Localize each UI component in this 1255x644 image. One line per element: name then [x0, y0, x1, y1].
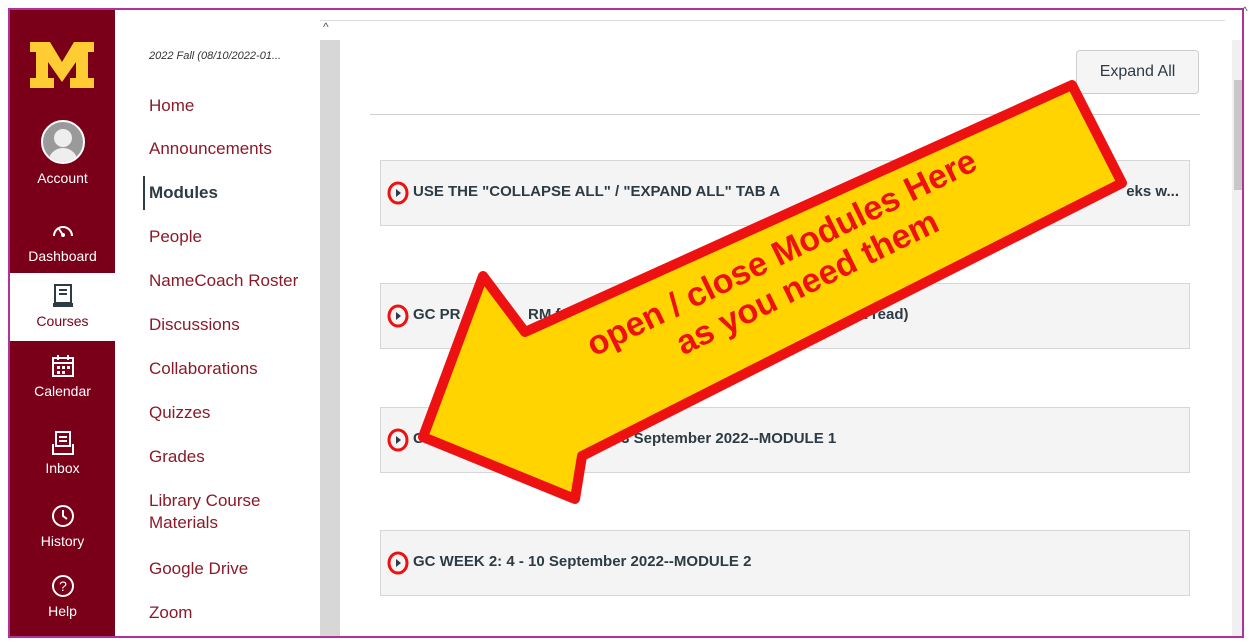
- course-nav-zoom[interactable]: Zoom: [149, 602, 192, 624]
- nav-history[interactable]: History: [10, 503, 115, 549]
- module-title-mid: RM f: [528, 306, 561, 323]
- global-nav: Account Dashboard Courses Calendar Inbox…: [10, 10, 115, 636]
- dashboard-icon: [52, 226, 73, 237]
- module-row[interactable]: GC PR RM f , but read): [380, 283, 1190, 349]
- course-nav-discussions[interactable]: Discussions: [149, 314, 240, 336]
- module-row[interactable]: USE THE "COLLAPSE ALL" / "EXPAND ALL" TA…: [380, 160, 1190, 226]
- module-title: GC PR: [413, 306, 461, 323]
- module-row[interactable]: GC ugust - 3 September 2022--MODULE 1: [380, 407, 1190, 473]
- expand-toggle-icon[interactable]: [387, 181, 409, 205]
- course-nav-scrollbar[interactable]: [320, 40, 340, 636]
- course-term: 2022 Fall (08/10/2022-01...: [149, 50, 282, 62]
- course-nav-modules[interactable]: Modules: [149, 182, 218, 204]
- nav-history-label: History: [40, 533, 85, 549]
- course-nav-quizzes[interactable]: Quizzes: [149, 402, 210, 424]
- history-icon: [51, 505, 74, 527]
- nav-help[interactable]: ? Help: [10, 573, 115, 619]
- nav-account-label: Account: [37, 170, 88, 186]
- canvas-window: Account Dashboard Courses Calendar Inbox…: [8, 8, 1244, 638]
- nav-help-label: Help: [48, 603, 77, 619]
- page-scrollbar-thumb[interactable]: [1234, 80, 1242, 190]
- course-nav-people[interactable]: People: [149, 226, 202, 248]
- svg-text:?: ?: [59, 578, 67, 594]
- inbox-icon: [51, 431, 74, 455]
- expand-toggle-icon[interactable]: [387, 304, 409, 328]
- header-divider: [370, 114, 1200, 115]
- expand-toggle-icon[interactable]: [387, 551, 409, 575]
- course-nav-collaborations[interactable]: Collaborations: [149, 358, 258, 380]
- module-title: GC WEEK 2: 4 - 10 September 2022--MODULE…: [413, 553, 752, 570]
- nav-account[interactable]: Account: [10, 120, 115, 186]
- course-nav-google-drive[interactable]: Google Drive: [149, 558, 248, 580]
- avatar: [40, 120, 85, 164]
- calendar-icon: [51, 355, 74, 377]
- module-title: GC: [413, 430, 436, 447]
- course-nav-scroll-up[interactable]: ^: [323, 20, 329, 34]
- nav-calendar[interactable]: Calendar: [10, 353, 115, 399]
- page-scroll-up[interactable]: ^: [1242, 4, 1248, 18]
- page-scrollbar[interactable]: [1232, 40, 1242, 636]
- active-indicator: [143, 176, 145, 210]
- nav-dashboard[interactable]: Dashboard: [10, 218, 115, 264]
- module-title-end: ugust - 3 September 2022--MODULE 1: [567, 430, 837, 447]
- nav-courses[interactable]: Courses: [10, 273, 115, 341]
- module-title-end: , but read): [836, 306, 909, 323]
- modules-content: Expand All USE THE "COLLAPSE ALL" / "EXP…: [340, 10, 1220, 636]
- module-title: USE THE "COLLAPSE ALL" / "EXPAND ALL" TA…: [413, 183, 781, 200]
- course-nav-home[interactable]: Home: [149, 95, 194, 117]
- course-nav-announcements[interactable]: Announcements: [149, 138, 272, 160]
- nav-dashboard-label: Dashboard: [28, 248, 97, 264]
- module-row[interactable]: GC WEEK 2: 4 - 10 September 2022--MODULE…: [380, 530, 1190, 596]
- nav-inbox[interactable]: Inbox: [10, 430, 115, 476]
- help-icon: ?: [51, 575, 74, 597]
- course-nav-grades[interactable]: Grades: [149, 446, 205, 468]
- course-nav: 2022 Fall (08/10/2022-01... Home Announc…: [115, 10, 320, 636]
- nav-courses-label: Courses: [36, 313, 89, 329]
- nav-inbox-label: Inbox: [45, 460, 80, 476]
- course-nav-namecoach-roster[interactable]: NameCoach Roster: [149, 270, 298, 292]
- expand-toggle-icon[interactable]: [387, 428, 409, 452]
- module-title-end: eks w...: [1126, 183, 1179, 200]
- courses-icon: [52, 284, 73, 307]
- expand-all-button[interactable]: Expand All: [1076, 50, 1199, 94]
- course-nav-library-course-materials[interactable]: Library Course Materials: [149, 490, 261, 534]
- nav-calendar-label: Calendar: [34, 383, 91, 399]
- university-logo[interactable]: [28, 36, 96, 92]
